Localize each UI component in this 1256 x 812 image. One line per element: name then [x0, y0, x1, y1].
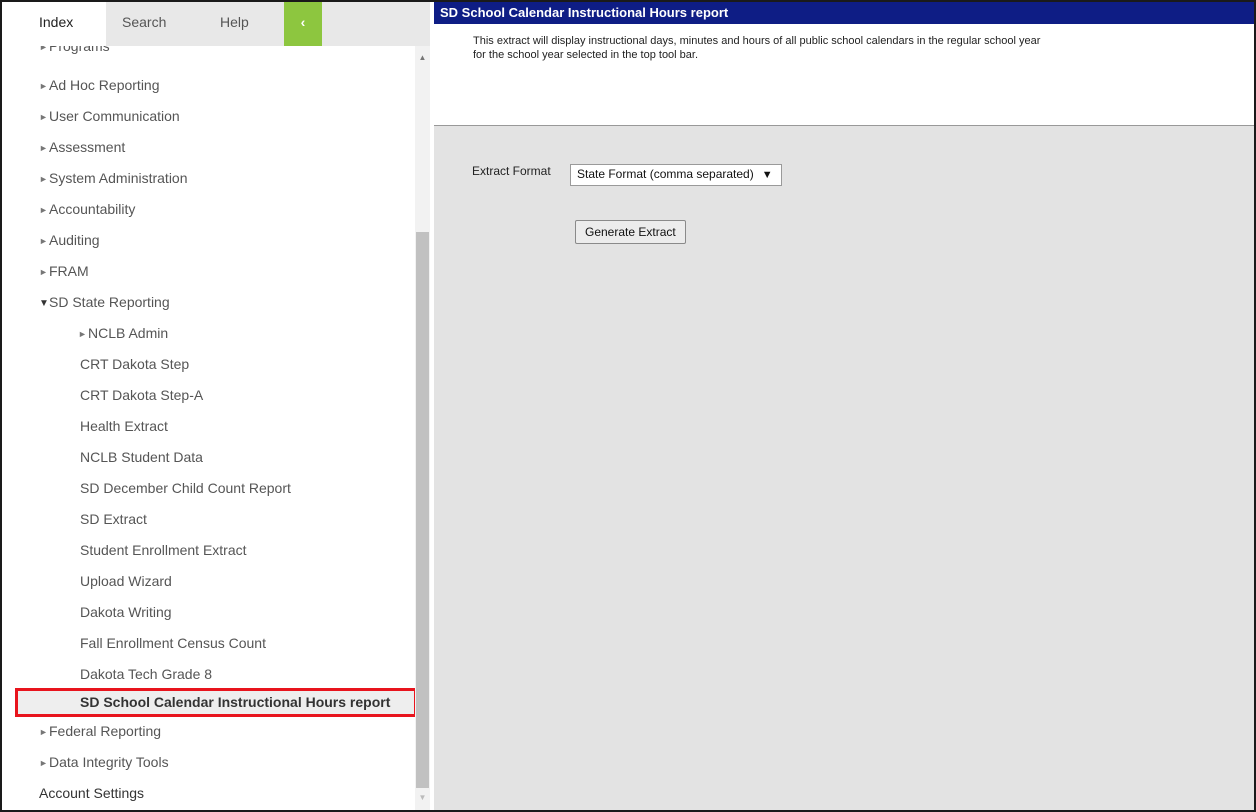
- tab-search[interactable]: Search: [106, 2, 198, 46]
- tree-item-sd-december-child-count-report[interactable]: SD December Child Count Report: [2, 474, 291, 502]
- generate-extract-button[interactable]: Generate Extract: [575, 220, 686, 244]
- tree-scrollbar[interactable]: ▲ ▼: [415, 46, 430, 810]
- description-line-2: for the school year selected in the top …: [473, 49, 699, 61]
- tree-item-label: Account Settings: [39, 785, 145, 801]
- tree-item-nclb-admin[interactable]: ►NCLB Admin: [2, 319, 168, 347]
- triangle-down-icon: ▼: [39, 298, 49, 309]
- tree-item-data-integrity-tools[interactable]: ►Data Integrity Tools: [2, 748, 169, 776]
- tree-item-label: NCLB Admin: [88, 325, 169, 341]
- tree-item-label: Dakota Tech Grade 8: [80, 666, 213, 682]
- left-navigation-panel: Index Search Help ‹ ►Programs ►Ad Hoc Re…: [2, 2, 430, 810]
- page-title: SD School Calendar Instructional Hours r…: [434, 2, 1254, 24]
- description-panel: This extract will display instructional …: [434, 24, 1254, 126]
- triangle-right-icon: ►: [39, 205, 48, 215]
- triangle-right-icon: ►: [39, 758, 48, 768]
- tree-item-crt-dakota-step-a[interactable]: CRT Dakota Step-A: [2, 381, 203, 409]
- tree-item-crt-dakota-step[interactable]: CRT Dakota Step: [2, 350, 189, 378]
- triangle-right-icon: ►: [39, 236, 48, 246]
- tree-item-upload-wizard[interactable]: Upload Wizard: [2, 567, 172, 595]
- tree-item-assessment[interactable]: ►Assessment: [2, 133, 125, 161]
- tree-item-fram[interactable]: ►FRAM: [2, 257, 89, 285]
- chevron-left-icon: ‹: [300, 14, 306, 30]
- tree-item-label: Upload Wizard: [80, 573, 172, 589]
- description-line-1: This extract will display instructional …: [473, 35, 1041, 47]
- extract-format-value: State Format (comma separated): [577, 167, 754, 181]
- tree-item-label: Health Extract: [80, 418, 168, 434]
- triangle-right-icon: ►: [39, 112, 48, 122]
- tab-index[interactable]: Index: [2, 2, 106, 46]
- tree-item-label: Federal Reporting: [49, 723, 162, 739]
- tree-item-label: Data Integrity Tools: [49, 754, 169, 770]
- tree-item-label: SD School Calendar Instructional Hours r…: [80, 694, 391, 710]
- tree-item-label: Assessment: [49, 139, 126, 155]
- extract-format-select[interactable]: State Format (comma separated) ▼: [570, 164, 782, 186]
- tab-help[interactable]: Help: [198, 2, 284, 46]
- extract-format-label: Extract Format: [472, 164, 551, 178]
- tree-item-label: SD Extract: [80, 511, 147, 527]
- app-window: Index Search Help ‹ ►Programs ►Ad Hoc Re…: [0, 0, 1256, 812]
- tree-item-sd-state-reporting[interactable]: ▼SD State Reporting: [2, 288, 170, 316]
- description-text: This extract will display instructional …: [473, 34, 1233, 62]
- tree-item-label: Ad Hoc Reporting: [49, 77, 160, 93]
- tree-item-student-enrollment-extract[interactable]: Student Enrollment Extract: [2, 536, 247, 564]
- scrollbar-thumb[interactable]: [416, 232, 429, 788]
- tree-item-dakota-writing[interactable]: Dakota Writing: [2, 598, 172, 626]
- tree-item-sd-extract[interactable]: SD Extract: [2, 505, 147, 533]
- tree-item-label: Student Enrollment Extract: [80, 542, 247, 558]
- tree-item-accountability[interactable]: ►Accountability: [2, 195, 135, 223]
- tree-item-label: SD State Reporting: [49, 294, 170, 310]
- tree-item-sd-school-calendar-instructional-hours-report[interactable]: SD School Calendar Instructional Hours r…: [15, 688, 415, 717]
- collapse-panel-button[interactable]: ‹: [284, 2, 322, 46]
- tree-item-user-communication[interactable]: ►User Communication: [2, 102, 180, 130]
- triangle-right-icon: ►: [39, 81, 48, 91]
- tree-item-nclb-student-data[interactable]: NCLB Student Data: [2, 443, 203, 471]
- dropdown-arrow-icon: ▼: [761, 169, 773, 181]
- tree-item-label: System Administration: [49, 170, 188, 186]
- tree-item-label: User Communication: [49, 108, 180, 124]
- tree-item-label: SD December Child Count Report: [80, 480, 291, 496]
- tree-item-programs[interactable]: ►Programs: [2, 46, 110, 60]
- tree-item-label: Fall Enrollment Census Count: [80, 635, 266, 651]
- tree-item-system-administration[interactable]: ►System Administration: [2, 164, 188, 192]
- tree-item-health-extract[interactable]: Health Extract: [2, 412, 168, 440]
- tree-item-label: CRT Dakota Step: [80, 356, 190, 372]
- main-content: SD School Calendar Instructional Hours r…: [434, 2, 1254, 810]
- triangle-right-icon: ►: [39, 143, 48, 153]
- tree-item-label: FRAM: [49, 263, 89, 279]
- tree-item-dakota-tech-grade-8[interactable]: Dakota Tech Grade 8: [2, 660, 212, 688]
- tree-item-label: NCLB Student Data: [80, 449, 203, 465]
- scroll-up-arrow-icon[interactable]: ▲: [415, 50, 430, 66]
- tree-item-auditing[interactable]: ►Auditing: [2, 226, 100, 254]
- scroll-down-arrow-icon[interactable]: ▼: [415, 790, 430, 806]
- tree-item-account-settings[interactable]: Account Settings: [2, 779, 144, 807]
- tree-item-label: CRT Dakota Step-A: [80, 387, 204, 403]
- tree-item-ad-hoc-reporting[interactable]: ►Ad Hoc Reporting: [2, 71, 160, 99]
- index-tree: ►Programs ►Ad Hoc Reporting ►User Commun…: [2, 46, 415, 810]
- triangle-right-icon: ►: [39, 727, 48, 737]
- tree-item-label: Auditing: [49, 232, 100, 248]
- triangle-right-icon: ►: [78, 329, 87, 339]
- triangle-right-icon: ►: [39, 174, 48, 184]
- triangle-right-icon: ►: [39, 267, 48, 277]
- tree-item-fall-enrollment-census-count[interactable]: Fall Enrollment Census Count: [2, 629, 266, 657]
- triangle-right-icon: ►: [39, 46, 48, 52]
- tree-item-federal-reporting[interactable]: ►Federal Reporting: [2, 717, 161, 745]
- tree-item-label: Accountability: [49, 201, 136, 217]
- nav-tab-bar: Index Search Help ‹: [2, 2, 430, 46]
- tree-item-label: Programs: [49, 46, 110, 54]
- tree-item-label: Dakota Writing: [80, 604, 172, 620]
